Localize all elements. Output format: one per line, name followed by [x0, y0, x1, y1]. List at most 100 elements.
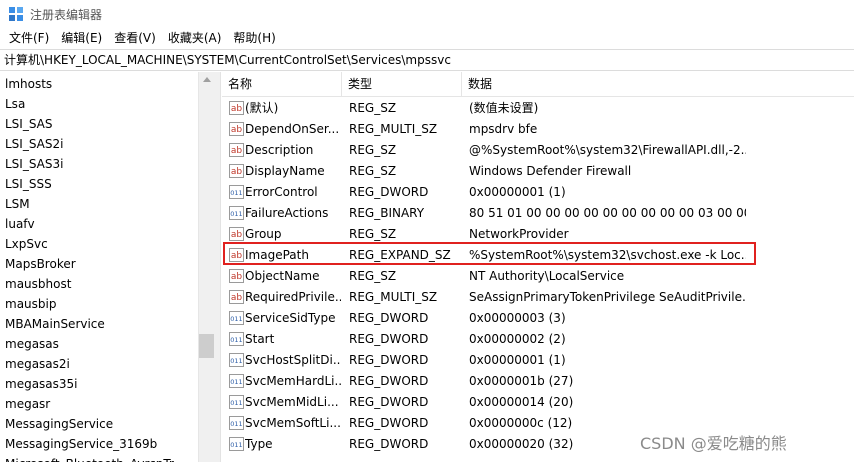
value-name: (默认) [245, 101, 279, 115]
svg-text:ab: ab [231, 104, 243, 114]
tree-item[interactable]: megasr [5, 395, 50, 413]
value-data: 0x00000001 (1) [469, 353, 566, 367]
tree-item[interactable]: megasas2i [5, 355, 70, 373]
value-row[interactable]: 011 ErrorControl REG_DWORD 0x00000001 (1) [222, 182, 854, 203]
tree-item[interactable]: LSI_SSS [5, 175, 52, 193]
value-name: Description [245, 143, 314, 157]
address-bar[interactable]: 计算机\HKEY_LOCAL_MACHINE\SYSTEM\CurrentCon… [0, 49, 854, 71]
string-value-icon: ab [229, 164, 244, 178]
tree-scrollbar-thumb[interactable] [199, 334, 214, 358]
tree-item[interactable]: lmhosts [5, 75, 52, 93]
tree-item[interactable]: MBAMainService [5, 315, 105, 333]
value-name: SvcMemSoftLi... [245, 416, 341, 430]
string-value-icon: ab [229, 227, 244, 241]
column-header-name[interactable]: 名称 [222, 72, 342, 97]
menu-bar: 文件(F) 编辑(E) 查看(V) 收藏夹(A) 帮助(H) [0, 28, 854, 48]
value-type: REG_DWORD [349, 332, 429, 346]
column-header-data[interactable]: 数据 [462, 72, 854, 97]
svg-text:011: 011 [230, 210, 242, 218]
value-data: SeAssignPrimaryTokenPrivilege SeAuditPri… [469, 290, 746, 304]
value-row[interactable]: ab (默认) REG_SZ (数值未设置) [222, 98, 854, 119]
tree-item[interactable]: megasas35i [5, 375, 78, 393]
tree-item[interactable]: Microsoft_Bluetooth_AvrcpTr... [5, 455, 184, 462]
tree-item[interactable]: LxpSvc [5, 235, 48, 253]
value-type: REG_SZ [349, 101, 397, 115]
menu-view[interactable]: 查看(V) [109, 28, 161, 48]
value-name: DisplayName [245, 164, 325, 178]
value-row[interactable]: ab RequiredPrivile... REG_MULTI_SZ SeAssign… [222, 287, 854, 308]
value-row[interactable]: 011 FailureActions REG_BINARY 80 51 01 00 0… [222, 203, 854, 224]
string-value-icon: ab [229, 290, 244, 304]
tree-item[interactable]: mausbhost [5, 275, 71, 293]
value-type: REG_SZ [349, 269, 397, 283]
value-name: SvcHostSplitDi... [245, 353, 341, 367]
tree-item[interactable]: LSI_SAS [5, 115, 53, 133]
tree-item[interactable]: mausbip [5, 295, 56, 313]
value-name: ErrorControl [245, 185, 318, 199]
value-row[interactable]: ab DependOnSer... REG_MULTI_SZ mpsdrv bfe [222, 119, 854, 140]
svg-text:011: 011 [230, 441, 242, 449]
value-row[interactable]: 011 SvcMemHardLi... REG_DWORD 0x0000001b (2… [222, 371, 854, 392]
menu-favorites[interactable]: 收藏夹(A) [163, 28, 227, 48]
binary-value-icon: 011 [229, 353, 244, 367]
tree-item[interactable]: MessagingService_3169b [5, 435, 157, 453]
value-name: RequiredPrivile... [245, 290, 341, 304]
string-value-icon: ab [229, 122, 244, 136]
column-header-type[interactable]: 类型 [342, 72, 462, 97]
svg-text:011: 011 [230, 399, 242, 407]
value-data: NT Authority\LocalService [469, 269, 625, 283]
value-type: REG_MULTI_SZ [349, 122, 438, 136]
value-data: mpsdrv bfe [469, 122, 538, 136]
value-name: DependOnSer... [245, 122, 340, 136]
menu-file[interactable]: 文件(F) [4, 28, 54, 48]
title-bar: 注册表编辑器 [0, 0, 854, 28]
value-row[interactable]: ab DisplayName REG_SZ Windows Defender Fire… [222, 161, 854, 182]
binary-value-icon: 011 [229, 332, 244, 346]
value-data: 0x00000003 (3) [469, 311, 566, 325]
svg-text:011: 011 [230, 420, 242, 428]
value-list: 名称 类型 数据 ab (默认) REG_SZ (数值未设置) ab DependOnSe… [222, 72, 854, 462]
svg-text:011: 011 [230, 378, 242, 386]
tree-item[interactable]: LSI_SAS2i [5, 135, 63, 153]
scroll-up-arrow-icon[interactable] [203, 77, 211, 82]
tree-item[interactable]: LSM [5, 195, 30, 213]
value-type: REG_DWORD [349, 353, 429, 367]
menu-help[interactable]: 帮助(H) [228, 28, 280, 48]
value-data: @%SystemRoot%\system32\FirewallAPI.dll,-… [469, 143, 746, 157]
tree-item[interactable]: MapsBroker [5, 255, 76, 273]
svg-text:011: 011 [230, 336, 242, 344]
svg-text:011: 011 [230, 357, 242, 365]
window-title: 注册表编辑器 [30, 8, 103, 22]
value-data: 0x00000014 (20) [469, 395, 574, 409]
binary-value-icon: 011 [229, 206, 244, 220]
value-name: Start [245, 332, 275, 346]
binary-value-icon: 011 [229, 437, 244, 451]
highlight-box [223, 242, 756, 265]
value-row[interactable]: 011 Start REG_DWORD 0x00000002 (2) [222, 329, 854, 350]
pane-splitter[interactable] [215, 72, 221, 462]
value-row[interactable]: 011 SvcHostSplitDi... REG_DWORD 0x00000001 … [222, 350, 854, 371]
value-data: 0x00000001 (1) [469, 185, 566, 199]
string-value-icon: ab [229, 101, 244, 115]
value-type: REG_SZ [349, 164, 397, 178]
value-row[interactable]: ab ObjectName REG_SZ NT Authority\LocalServ… [222, 266, 854, 287]
menu-edit[interactable]: 编辑(E) [56, 28, 107, 48]
value-row[interactable]: ab Description REG_SZ @%SystemRoot%\system3… [222, 140, 854, 161]
tree-item[interactable]: luafv [5, 215, 35, 233]
string-value-icon: ab [229, 143, 244, 157]
value-data: 80 51 01 00 00 00 00 00 00 00 00 00 03 0… [469, 206, 746, 220]
tree-item[interactable]: MessagingService [5, 415, 113, 433]
binary-value-icon: 011 [229, 374, 244, 388]
value-data: 0x0000001b (27) [469, 374, 574, 388]
value-row[interactable]: 011 SvcMemMidLi... REG_DWORD 0x00000014 (20… [222, 392, 854, 413]
svg-text:ab: ab [231, 272, 243, 282]
tree-item[interactable]: LSI_SAS3i [5, 155, 63, 173]
tree-scrollbar[interactable] [198, 72, 215, 462]
tree-item[interactable]: Lsa [5, 95, 25, 113]
tree-item[interactable]: megasas [5, 335, 59, 353]
key-tree: lmhosts Lsa LSI_SAS LSI_SAS2i LSI_SAS3i LSI_S… [0, 72, 215, 462]
svg-text:ab: ab [231, 125, 243, 135]
value-row[interactable]: 011 ServiceSidType REG_DWORD 0x00000003 (3) [222, 308, 854, 329]
list-header: 名称 类型 数据 [222, 72, 854, 97]
svg-text:ab: ab [231, 167, 243, 177]
